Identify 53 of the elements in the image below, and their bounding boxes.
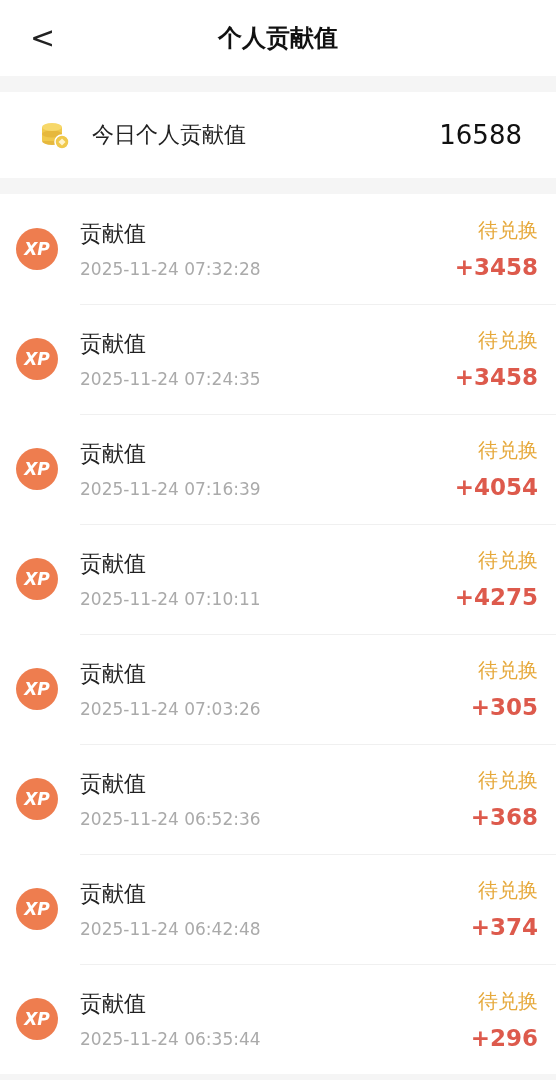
record-time: 2025-11-24 06:42:48 <box>80 918 261 939</box>
record-status: 待兑换 <box>478 877 538 904</box>
record-amount: +296 <box>470 1024 538 1051</box>
record-time: 2025-11-24 07:16:39 <box>80 478 261 499</box>
record-status: 待兑换 <box>478 657 538 684</box>
record-title: 贡献值 <box>80 329 147 358</box>
record-title: 贡献值 <box>80 549 147 578</box>
back-button[interactable]: < <box>26 20 60 55</box>
page-title: 个人贡献值 <box>218 23 338 54</box>
record-amount: +3458 <box>454 254 538 280</box>
record-time: 2025-11-24 06:35:44 <box>80 1029 261 1049</box>
record-row[interactable]: XP 贡献值 2025-11-24 07:10:11 待兑换 +4275 <box>0 524 556 634</box>
xp-badge: XP <box>16 778 58 820</box>
record-status: 待兑换 <box>478 217 538 244</box>
xp-badge: XP <box>16 338 58 380</box>
record-title: 贡献值 <box>80 769 147 798</box>
record-amount: +4275 <box>454 584 538 610</box>
record-time: 2025-11-24 07:03:26 <box>80 698 261 719</box>
record-amount: +368 <box>470 804 538 830</box>
record-status: 待兑换 <box>478 767 538 794</box>
xp-badge: XP <box>16 228 58 270</box>
record-time: 2025-11-24 07:32:28 <box>80 258 261 279</box>
xp-badge: XP <box>16 558 58 600</box>
record-row[interactable]: XP 贡献值 2025-11-24 06:35:44 待兑换 +296 <box>0 964 556 1074</box>
record-amount: +374 <box>470 914 538 940</box>
record-time: 2025-11-24 07:10:11 <box>80 588 261 609</box>
record-row[interactable]: XP 贡献值 2025-11-24 06:52:36 待兑换 +368 <box>0 744 556 854</box>
record-status: 待兑换 <box>478 327 538 354</box>
record-row[interactable]: XP 贡献值 2025-11-24 07:24:35 待兑换 +3458 <box>0 304 556 414</box>
coin-stack-icon <box>40 120 70 150</box>
record-amount: +305 <box>470 694 538 720</box>
record-status: 待兑换 <box>478 437 538 464</box>
record-time: 2025-11-24 07:24:35 <box>80 368 261 389</box>
summary-label: 今日个人贡献值 <box>92 121 247 149</box>
record-title: 贡献值 <box>80 659 147 688</box>
record-amount: +3458 <box>454 364 538 390</box>
record-row[interactable]: XP 贡献值 2025-11-24 07:16:39 待兑换 +4054 <box>0 414 556 524</box>
record-row[interactable]: XP 贡献值 2025-11-24 06:42:48 待兑换 +374 <box>0 854 556 964</box>
record-row[interactable]: XP 贡献值 2025-11-24 07:03:26 待兑换 +305 <box>0 634 556 744</box>
record-title: 贡献值 <box>80 219 147 248</box>
xp-badge: XP <box>16 668 58 710</box>
record-time: 2025-11-24 06:52:36 <box>80 808 261 829</box>
record-title: 贡献值 <box>80 879 147 908</box>
summary-value: 16588 <box>439 120 522 150</box>
xp-badge: XP <box>16 998 58 1040</box>
record-status: 待兑换 <box>478 547 538 574</box>
record-amount: +4054 <box>454 474 538 500</box>
record-title: 贡献值 <box>80 990 147 1018</box>
record-status: 待兑换 <box>478 987 538 1015</box>
record-title: 贡献值 <box>80 439 147 468</box>
xp-badge: XP <box>16 888 58 930</box>
record-row[interactable]: XP 贡献值 2025-11-24 07:32:28 待兑换 +3458 <box>0 194 556 304</box>
xp-badge: XP <box>16 448 58 490</box>
